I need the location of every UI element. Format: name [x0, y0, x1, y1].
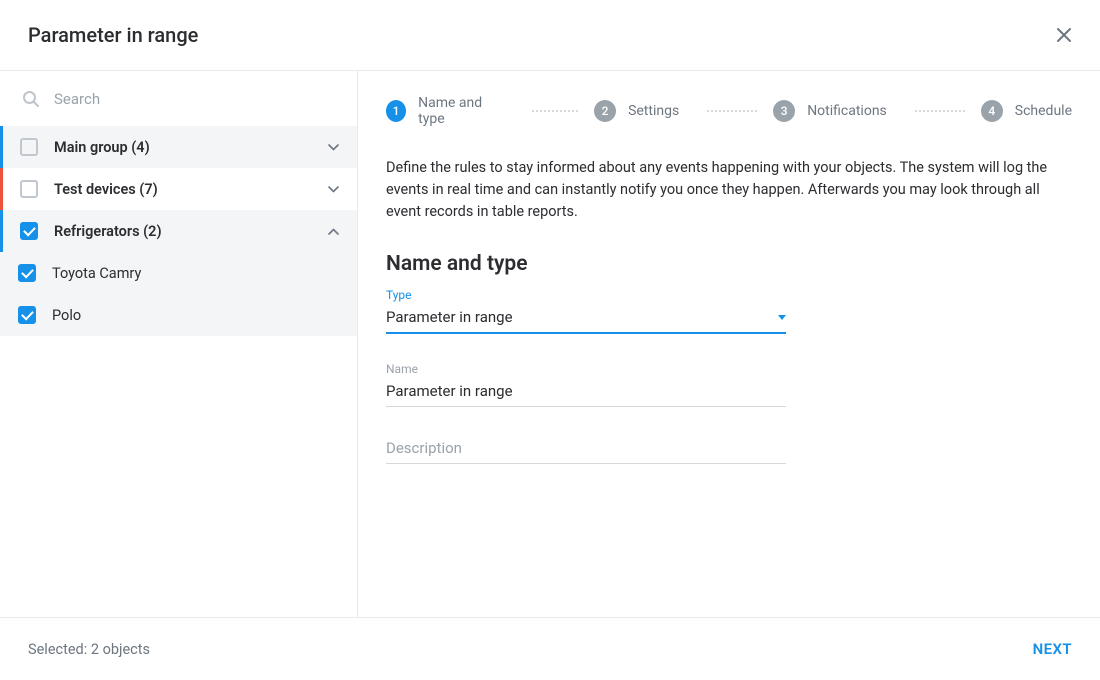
field-name: Name: [386, 362, 786, 407]
search-row: [0, 71, 357, 126]
object-label: Polo: [52, 307, 339, 324]
object-label: Toyota Camry: [52, 265, 339, 282]
field-type[interactable]: Type Parameter in range: [386, 288, 786, 334]
step-connector: [707, 110, 757, 112]
checkbox[interactable]: [18, 264, 36, 282]
selection-count: Selected: 2 objects: [28, 641, 150, 658]
group-refrigerators[interactable]: Refrigerators (2): [0, 210, 357, 252]
step-name-and-type[interactable]: 1 Name and type: [386, 95, 594, 127]
main-panel: 1 Name and type 2 Settings 3 Notificatio…: [358, 71, 1100, 617]
object-item-toyota-camry[interactable]: Toyota Camry: [0, 252, 357, 294]
step-number: 2: [594, 100, 616, 122]
step-notifications[interactable]: 3 Notifications: [773, 100, 981, 122]
section-title: Name and type: [386, 252, 1072, 276]
dialog-title: Parameter in range: [28, 23, 198, 47]
dialog-body: Main group (4) Test devices (7) Refriger…: [0, 71, 1100, 617]
group-label: Main group (4): [54, 139, 312, 156]
search-icon: [22, 90, 40, 108]
step-number: 1: [386, 100, 406, 122]
field-label: Name: [386, 362, 786, 376]
chevron-down-icon[interactable]: [328, 186, 339, 193]
field-label: Type: [386, 288, 786, 302]
dropdown-caret-icon: [778, 315, 786, 320]
step-label: Name and type: [418, 95, 504, 127]
group-main[interactable]: Main group (4): [0, 126, 357, 168]
name-input[interactable]: [386, 382, 786, 400]
step-connector: [915, 110, 965, 112]
object-item-polo[interactable]: Polo: [0, 294, 357, 336]
name-input-wrap: [386, 378, 786, 407]
step-connector: [532, 110, 578, 112]
step-label: Notifications: [807, 103, 887, 119]
close-button[interactable]: [1056, 27, 1072, 43]
description-input-wrap: [386, 435, 786, 464]
chevron-up-icon[interactable]: [328, 228, 339, 235]
search-input[interactable]: [54, 90, 335, 108]
object-sidebar: Main group (4) Test devices (7) Refriger…: [0, 71, 358, 617]
chevron-down-icon[interactable]: [328, 144, 339, 151]
group-label: Test devices (7): [54, 181, 312, 198]
select-value: Parameter in range: [386, 308, 513, 326]
group-children: Toyota Camry Polo: [0, 252, 357, 336]
step-label: Schedule: [1015, 103, 1072, 119]
checkbox[interactable]: [18, 306, 36, 324]
dialog-footer: Selected: 2 objects NEXT: [0, 617, 1100, 680]
step-label: Settings: [628, 103, 679, 119]
checkbox[interactable]: [20, 180, 38, 198]
dialog-header: Parameter in range: [0, 0, 1100, 71]
checkbox[interactable]: [20, 222, 38, 240]
type-select[interactable]: Parameter in range: [386, 304, 786, 334]
step-schedule[interactable]: 4 Schedule: [981, 100, 1072, 122]
close-icon: [1056, 27, 1072, 43]
step-settings[interactable]: 2 Settings: [594, 100, 773, 122]
field-description: [386, 435, 786, 464]
object-tree: Main group (4) Test devices (7) Refriger…: [0, 126, 357, 617]
intro-text: Define the rules to stay informed about …: [386, 157, 1072, 222]
group-test-devices[interactable]: Test devices (7): [0, 168, 357, 210]
group-label: Refrigerators (2): [54, 223, 312, 240]
next-button[interactable]: NEXT: [1033, 640, 1072, 658]
checkbox[interactable]: [20, 138, 38, 156]
description-input[interactable]: [386, 439, 786, 457]
step-number: 3: [773, 100, 795, 122]
step-number: 4: [981, 100, 1003, 122]
wizard-stepper: 1 Name and type 2 Settings 3 Notificatio…: [386, 95, 1072, 127]
